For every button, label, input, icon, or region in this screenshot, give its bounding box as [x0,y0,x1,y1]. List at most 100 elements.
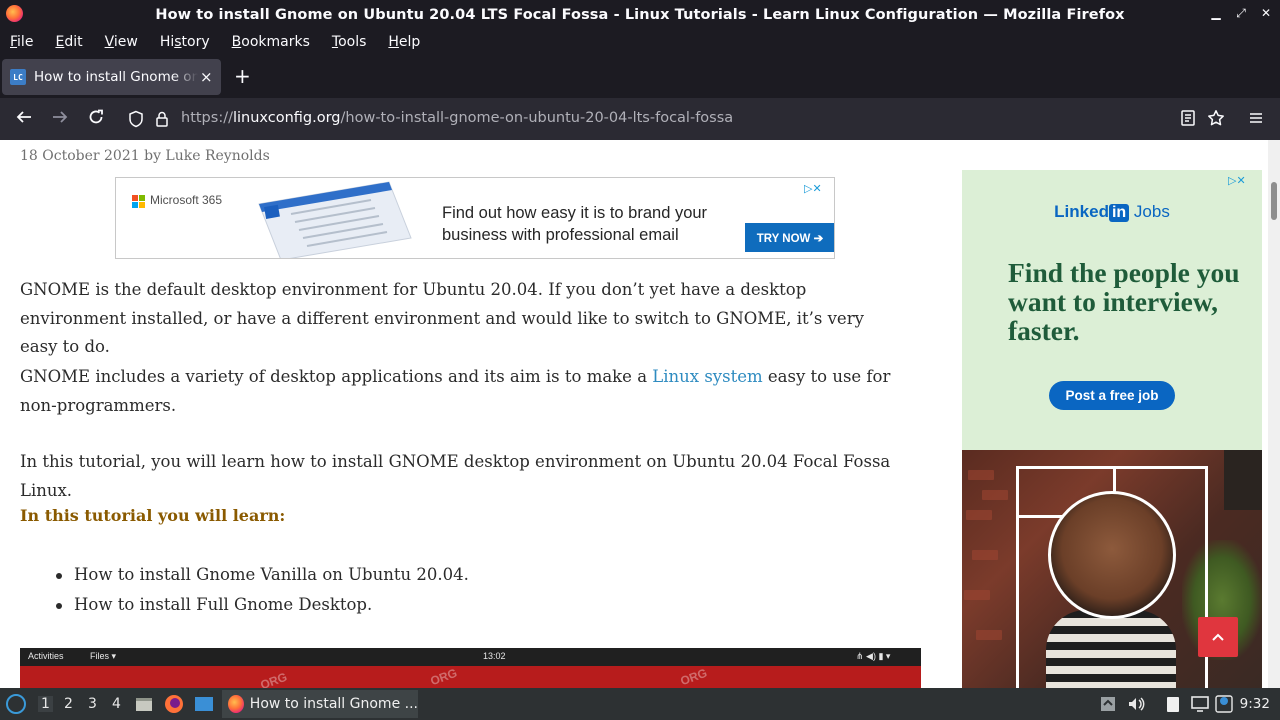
article-paragraph-2: GNOME includes a variety of desktop appl… [20,363,905,420]
reload-icon [89,109,103,124]
clipboard-icon[interactable] [1163,694,1183,714]
app-menu-hamburger-icon[interactable] [1247,109,1265,131]
page-viewport: 18 October 2021 by Luke Reynolds Microso… [0,140,1268,688]
arrow-right-icon [53,111,68,123]
menu-file-accel: F [10,33,18,50]
article-paragraph-3: In this tutorial, you will learn how to … [20,452,891,500]
bookmark-star-icon[interactable] [1207,109,1225,131]
notification-icon[interactable] [1214,694,1234,714]
menu-edit-accel: E [55,33,65,50]
scrollbar-thumb[interactable] [1271,182,1277,220]
page-scrollbar[interactable] [1268,140,1280,688]
adchoices-icon[interactable]: ▷✕ [1228,174,1246,187]
url-domain: linuxconfig.org [232,110,341,126]
linux-system-link[interactable]: Linux system [652,367,762,386]
menu-edit-label: dit [64,33,83,50]
url-bar[interactable]: https://linuxconfig.org/how-to-install-g… [116,102,1234,136]
menu-help-accel: H [388,33,399,50]
menu-history[interactable]: History [160,34,210,50]
learn-list: How to install Gnome Vanilla on Ubuntu 2… [56,560,469,620]
linkedin-side-ad[interactable]: ▷✕ Linked in Jobs Find the people you wan… [962,170,1262,688]
screenshot-watermark: ORG [678,665,709,688]
screenshot-files-label: Files ▾ [90,651,117,661]
screenshot-gnome-topbar: Activities Files ▾ 13:02 ⋔ ◀) ▮ ▾ [20,648,921,666]
workspace-3[interactable]: 3 [88,696,97,712]
screenshot-time-label: 13:02 [483,651,506,661]
para2-text-before: GNOME includes a variety of desktop appl… [20,367,653,386]
ad-headline: Find out how easy it is to brand your bu… [442,204,708,244]
reload-button[interactable] [85,108,107,131]
minimize-icon[interactable]: ▁ [1210,6,1222,21]
menu-file[interactable]: File [10,34,33,50]
linkedin-ad-headline: Find the people you want to interview, f… [1008,257,1240,346]
system-taskbar: 1 2 3 4 How to install Gnome ... 9:32 [0,688,1280,720]
firefox-launcher-icon[interactable] [164,694,184,714]
scroll-to-top-button[interactable] [1198,617,1238,657]
menu-bookmarks-label: ookmarks [241,33,310,50]
file-manager-icon[interactable] [134,694,154,714]
post-free-job-button[interactable]: Post a free job [1049,381,1175,410]
display-icon[interactable] [1190,694,1210,714]
article-byline: 18 October 2021 by Luke Reynolds [20,148,270,164]
taskbar-window-label: How to install Gnome ... [249,696,418,712]
url-scheme: https:// [181,110,233,126]
tray-updates-icon[interactable] [1098,694,1118,714]
tab-strip: LC How to install Gnome on Ubuntu 20.04 … [0,54,1280,98]
arrow-left-icon [16,111,31,123]
microsoft-banner-ad[interactable]: Microsoft 365 Find out how easy it is to… [115,177,835,259]
window-titlebar: How to install Gnome on Ubuntu 20.04 LTS… [0,0,1280,29]
screenshot-watermark: ORG [428,665,459,688]
article-screenshot-image: Activities Files ▾ 13:02 ⋔ ◀) ▮ ▾ ORG OR… [20,648,921,688]
screenshot-activities-label: Activities [28,651,64,661]
maximize-icon[interactable]: ⤢ [1235,6,1247,21]
list-item: How to install Full Gnome Desktop. [56,590,469,620]
menu-view[interactable]: View [105,34,138,50]
tracking-protection-shield-icon[interactable] [128,110,144,132]
taskbar-firefox-window[interactable]: How to install Gnome ... [222,690,418,718]
microsoft-logo-icon [132,195,145,208]
article-paragraph-1: GNOME is the default desktop environment… [20,280,864,356]
menu-bookmarks[interactable]: Bookmarks [232,34,310,50]
linkedin-logo-text: Linked [1054,202,1109,221]
menu-tools[interactable]: Tools [332,34,367,50]
learn-heading: In this tutorial you will learn: [20,506,286,525]
forward-button[interactable] [49,108,71,131]
screenshot-watermark: ORG [258,669,289,688]
menu-history-label: tory [181,33,210,50]
volume-icon[interactable] [1126,694,1146,714]
back-button[interactable] [13,108,35,131]
desktop-icon[interactable] [194,694,214,714]
menu-history-accel: s [174,33,182,50]
ad-brand-name: Microsoft 365 [150,193,223,207]
close-window-icon[interactable]: ✕ [1260,6,1272,21]
navigation-toolbar: https://linuxconfig.org/how-to-install-g… [0,98,1280,140]
window-title: How to install Gnome on Ubuntu 20.04 LTS… [155,6,1125,23]
tab-active[interactable]: LC How to install Gnome on Ubuntu 20.04 … [2,59,221,95]
menu-history-pre: Hi [159,33,175,50]
workspace-4[interactable]: 4 [112,696,121,712]
url-text[interactable]: https://linuxconfig.org/how-to-install-g… [181,110,733,126]
ad-try-now-button[interactable]: TRY NOW ➔ [745,223,834,252]
window-controls: ▁ ⤢ ✕ [1210,6,1272,21]
menu-help[interactable]: Help [388,34,420,50]
reader-view-icon[interactable] [1180,109,1196,131]
new-tab-button[interactable]: + [234,66,251,86]
workspace-1[interactable]: 1 [38,696,53,712]
chevron-up-icon [1212,633,1224,641]
firefox-logo-icon [6,5,23,22]
url-path: /how-to-install-gnome-on-ubuntu-20-04-lt… [340,110,734,126]
list-item: How to install Gnome Vanilla on Ubuntu 2… [56,560,469,590]
menu-bookmarks-accel: B [231,33,242,50]
lock-icon[interactable] [154,110,170,132]
menu-edit[interactable]: Edit [55,34,82,50]
workspace-2[interactable]: 2 [64,696,73,712]
linkedin-jobs-logo: Linked in Jobs [962,202,1262,222]
person-portrait [1048,491,1176,619]
start-menu-icon[interactable] [6,694,26,714]
tab-close-icon[interactable]: × [200,68,213,86]
menu-help-label: elp [398,33,421,50]
adchoices-icon[interactable]: ▷✕ [804,182,822,195]
clock[interactable]: 9:32 [1240,696,1270,712]
menu-bar: File Edit View History Bookmarks Tools H… [0,29,1280,54]
tab-title: How to install Gnome on Ubuntu 20.04 LTS… [34,69,198,85]
